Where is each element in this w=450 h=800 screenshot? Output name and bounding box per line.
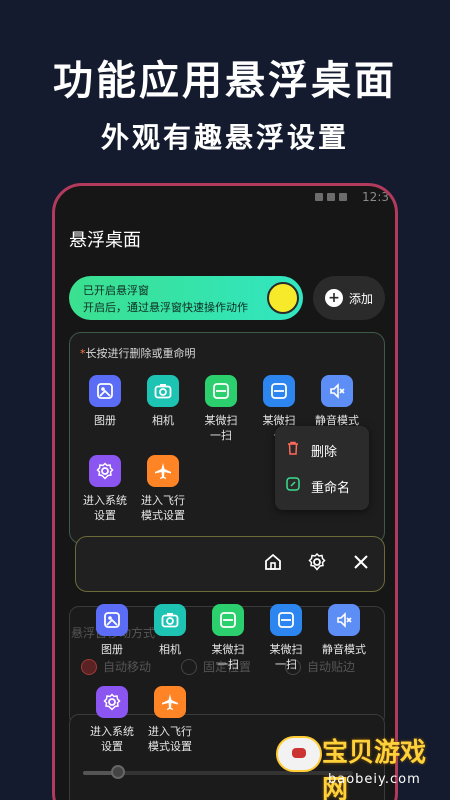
shortcut-label: 进入飞行 模式设置: [141, 494, 185, 522]
toggle-description: 开启后，通过悬浮窗快速操作动作: [83, 301, 248, 314]
scan-icon: [270, 604, 302, 636]
float-shortcut-airplane-settings[interactable]: 进入飞行 模式设置: [141, 686, 199, 754]
floating-panel-bar: [75, 536, 385, 592]
camera-icon: [147, 375, 179, 407]
shortcut-label: 进入系统 设置: [90, 725, 134, 753]
shortcut-label: 图册: [94, 414, 116, 427]
menu-item-rename[interactable]: 重命名: [285, 476, 350, 496]
shortcut-scan-1[interactable]: 某微扫 一扫: [192, 375, 250, 443]
watermark-url: baobeiy.com: [328, 772, 421, 787]
status-icons: [315, 193, 347, 201]
mute-icon: [328, 604, 360, 636]
float-window-toggle[interactable]: 已开启悬浮窗 开启后，通过悬浮窗快速操作动作: [69, 276, 303, 320]
shortcut-airplane-settings[interactable]: 进入飞行 模式设置: [134, 455, 192, 523]
scan-icon: [212, 604, 244, 636]
plus-icon: +: [324, 289, 343, 307]
gear-icon[interactable]: [306, 551, 328, 577]
toggle-status-text: 已开启悬浮窗: [83, 284, 149, 297]
hint-text: *长按进行删除或重命明: [80, 347, 196, 360]
airplane-icon: [147, 455, 179, 487]
gallery-icon: [89, 375, 121, 407]
shortcut-camera[interactable]: 相机: [134, 375, 192, 428]
shortcut-label: 进入飞行 模式设置: [148, 725, 192, 753]
shortcut-gallery[interactable]: 图册: [76, 375, 134, 428]
camera-icon: [154, 604, 186, 636]
trash-icon: [285, 440, 301, 460]
shortcut-label: 相机: [159, 643, 181, 656]
gear-icon: [89, 455, 121, 487]
context-menu: 删除 重命名: [275, 426, 369, 510]
toggle-knob[interactable]: [267, 282, 299, 314]
promo-title: 功能应用悬浮桌面: [53, 58, 397, 104]
float-shortcut-system-settings[interactable]: 进入系统 设置: [83, 686, 141, 754]
float-shortcut-scan-1[interactable]: 某微扫 一扫: [199, 604, 257, 672]
add-button-label: 添加: [348, 291, 373, 306]
page-title: 悬浮桌面: [69, 230, 141, 251]
watermark: 宝贝游戏网 baobeiy.com: [272, 724, 450, 800]
scan-icon: [263, 375, 295, 407]
gamepad-logo-icon: [276, 736, 322, 772]
shortcut-label: 某微扫 一扫: [211, 643, 245, 671]
shortcut-label: 图册: [101, 643, 123, 656]
float-shortcut-camera[interactable]: 相机: [141, 604, 199, 657]
gear-icon: [96, 686, 128, 718]
shortcut-label: 相机: [152, 414, 174, 427]
scan-icon: [205, 375, 237, 407]
float-shortcut-scan-2[interactable]: 某微扫 一扫: [257, 604, 315, 672]
promo-subtitle: 外观有趣悬浮设置: [100, 121, 349, 154]
status-time: 12:3: [362, 190, 389, 204]
shortcut-system-settings[interactable]: 进入系统 设置: [76, 455, 134, 523]
mute-icon: [321, 375, 353, 407]
float-shortcut-mute[interactable]: 静音模式: [315, 604, 373, 657]
add-button[interactable]: + 添加: [313, 276, 385, 320]
shortcut-label: 进入系统 设置: [83, 494, 127, 522]
shortcut-label: 某微扫 一扫: [204, 414, 238, 442]
close-icon[interactable]: [350, 551, 372, 577]
phone-frame: 12:3 悬浮桌面 已开启悬浮窗 开启后，通过悬浮窗快速操作动作 + 添加 *长…: [52, 183, 398, 800]
float-shortcut-gallery[interactable]: 图册: [83, 604, 141, 657]
home-icon[interactable]: [262, 551, 284, 577]
gallery-icon: [96, 604, 128, 636]
menu-item-delete[interactable]: 删除: [285, 440, 337, 460]
edit-icon: [285, 476, 301, 496]
shortcut-label: 静音模式: [322, 643, 366, 656]
airplane-icon: [154, 686, 186, 718]
shortcut-mute[interactable]: 静音模式: [308, 375, 366, 428]
shortcut-label: 某微扫 一扫: [269, 643, 303, 671]
watermark-text: 宝贝游戏网: [322, 738, 427, 800]
